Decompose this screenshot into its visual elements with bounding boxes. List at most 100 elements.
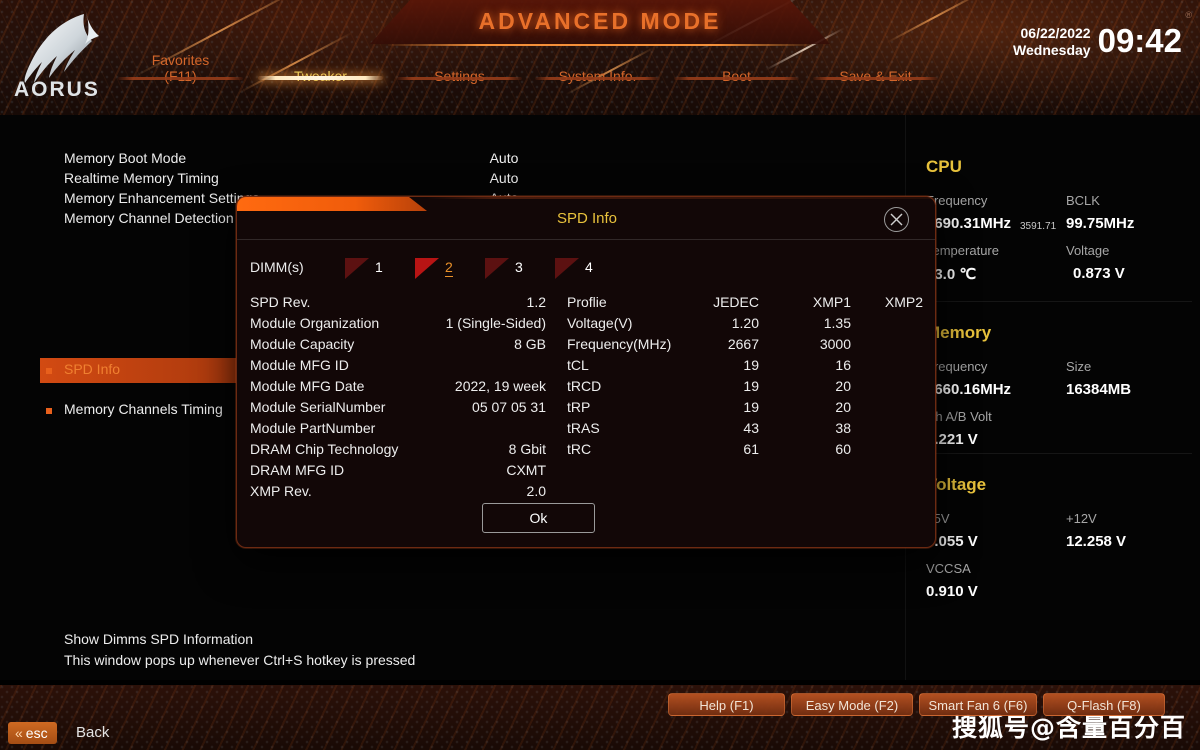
nav-tab-underline [397, 77, 522, 80]
spd-info-value: 05 07 05 31 [472, 399, 546, 415]
back-label: Back [76, 724, 110, 741]
dialog-header-separator [237, 239, 935, 240]
profile-xmp1-value: 1.35 [823, 315, 851, 331]
date-time-display: 06/22/2022 Wednesday 09:42 [1013, 22, 1182, 59]
menu-row-value: Auto [489, 170, 519, 186]
spd-info-row: Module Organization 1 (Single-Sided) [250, 315, 550, 336]
profile-jedec-value: 43 [743, 420, 759, 436]
menu-bullet-icon [46, 408, 52, 414]
nav-tab-underline [813, 77, 938, 80]
info-value: 12.258 V [1066, 533, 1127, 550]
spd-info-value: CXMT [506, 462, 546, 478]
mode-underline [388, 44, 812, 46]
spd-info-value: 8 GB [514, 336, 546, 352]
dialog-accent-bar [237, 197, 427, 211]
fkey-button-qflash[interactable]: Q-Flash (F8) [1043, 693, 1165, 716]
esc-key-label: esc [25, 725, 48, 741]
info-label: +12V [1066, 511, 1097, 526]
profile-xmp1-value: 20 [835, 378, 851, 394]
profile-xmp2-value: XMP2 [884, 294, 923, 310]
profile-jedec-value: 19 [743, 357, 759, 373]
fkey-button-easy[interactable]: Easy Mode (F2) [791, 693, 913, 716]
profile-row-key: tCL [567, 357, 589, 373]
profile-table-row: tRAS 43 38 [567, 420, 923, 441]
spd-info-row: Module Capacity 8 GB [250, 336, 550, 357]
nav-tab-label: System Info. [558, 68, 637, 84]
help-title: Show Dimms SPD Information [64, 631, 254, 647]
spd-info-row: Module PartNumber [250, 420, 550, 441]
menu-row-label: Realtime Memory Timing [64, 170, 219, 186]
info-value-secondary: 3591.71 [1020, 221, 1057, 232]
nav-tab-underline [118, 77, 243, 80]
nav-tab-label: Boot [722, 68, 751, 84]
profile-jedec-value: 19 [743, 399, 759, 415]
profile-row-key: Proflie [567, 294, 607, 310]
nav-tab-system-info[interactable]: System Info. [535, 68, 660, 84]
profile-table-row: tRCD 19 20 [567, 378, 923, 399]
profile-jedec-value: 2667 [727, 336, 759, 352]
info-divider [912, 453, 1192, 454]
fkey-button-help[interactable]: Help (F1) [668, 693, 785, 716]
profile-table-row: tCL 19 16 [567, 357, 923, 378]
profile-row-key: Frequency(MHz) [567, 336, 672, 352]
info-value: 16384MB [1066, 381, 1132, 398]
main-navigation: Favorites(F11) Tweaker Settings System Info… [0, 52, 1200, 112]
dialog-title: SPD Info [556, 210, 618, 227]
menu-row-value: Auto [489, 150, 519, 166]
spd-info-value: 2.0 [526, 483, 546, 499]
sidebar-item-spd-info[interactable]: SPD Info [64, 361, 120, 377]
menu-row[interactable]: Realtime Memory Timing Auto [64, 170, 844, 190]
current-time: 09:42 [1097, 22, 1182, 59]
chevron-left-icon: « [15, 725, 23, 741]
nav-tab-boot[interactable]: Boot [674, 68, 799, 84]
help-description: This window pops up whenever Ctrl+S hotk… [64, 652, 416, 668]
profile-row-key: Voltage(V) [567, 315, 633, 331]
current-date: 06/22/2022 [1020, 25, 1091, 41]
profile-table-row: tRP 19 20 [567, 399, 923, 420]
spd-info-row: DRAM MFG ID CXMT [250, 462, 550, 483]
info-value: 0.873 V [1073, 265, 1125, 282]
fkey-button-smart[interactable]: Smart Fan 6 (F6) [919, 693, 1037, 716]
info-section-title-cpu: CPU [926, 157, 962, 176]
info-value: 3690.31MHz [926, 215, 1012, 232]
esc-key-badge[interactable]: «esc [8, 722, 57, 744]
profile-jedec-value: 19 [743, 378, 759, 394]
profile-xmp1-value: 20 [835, 399, 851, 415]
spd-info-key: Module MFG ID [250, 357, 349, 373]
nav-tab-settings[interactable]: Settings [397, 68, 522, 84]
spd-info-row: Module SerialNumber 05 07 05 31 [250, 399, 550, 420]
sidebar-item-memory-channels-timing[interactable]: Memory Channels Timing [64, 401, 223, 417]
profile-xmp1-value: XMP1 [812, 294, 851, 310]
spd-info-row: XMP Rev. 2.0 [250, 483, 550, 504]
spd-info-value: 1.2 [526, 294, 546, 310]
menu-row-label: Memory Enhancement Settings [64, 190, 260, 206]
profile-xmp1-value: 60 [835, 441, 851, 457]
system-info-sidebar: CPU Frequency 3690.31MHz 3591.71 BCLK 99.75MH… [905, 115, 1200, 680]
info-label: VCCSA [926, 561, 971, 576]
nav-tab-favorites[interactable]: Favorites (F11) [118, 52, 243, 84]
info-label: Voltage [1066, 243, 1110, 258]
profile-jedec-value: 1.20 [731, 315, 759, 331]
profile-xmp1-value: 38 [835, 420, 851, 436]
footer-bar: «esc Back 搜狐号@含量百分百 Help (F1) Easy Mode (… [0, 685, 1200, 750]
info-value: 99.75MHz [1066, 215, 1135, 232]
menu-row[interactable]: Memory Boot Mode Auto [64, 150, 844, 170]
header-bar: ADVANCED MODE AORUS ® 06/22/2022 Wednesd… [0, 0, 1200, 115]
info-label: Size [1066, 359, 1092, 374]
spd-info-dialog: SPD Info DIMM(s) 1234 Ok SPD Rev. 1.2 Modu… [236, 196, 936, 548]
info-label: Temperature [926, 243, 999, 258]
nav-tab-tweaker[interactable]: Tweaker [258, 68, 383, 84]
ok-button[interactable]: Ok [482, 503, 595, 533]
spd-info-row: Module MFG ID [250, 357, 550, 378]
dimm-option-number: 3 [515, 259, 523, 275]
profile-xmp1-value: 3000 [819, 336, 851, 352]
profile-table-row: tRC 61 60 [567, 441, 923, 462]
dimm-option-number: 2 [445, 259, 453, 277]
nav-tab-label: Save & Exit [839, 68, 912, 84]
profile-row-key: tRC [567, 441, 592, 457]
nav-tab-save-exit[interactable]: Save & Exit [813, 68, 938, 84]
info-label: BCLK [1066, 193, 1100, 208]
profile-row-key: tRP [567, 399, 591, 415]
dimm-triangle-icon [485, 258, 509, 279]
close-x-icon[interactable] [884, 207, 909, 232]
